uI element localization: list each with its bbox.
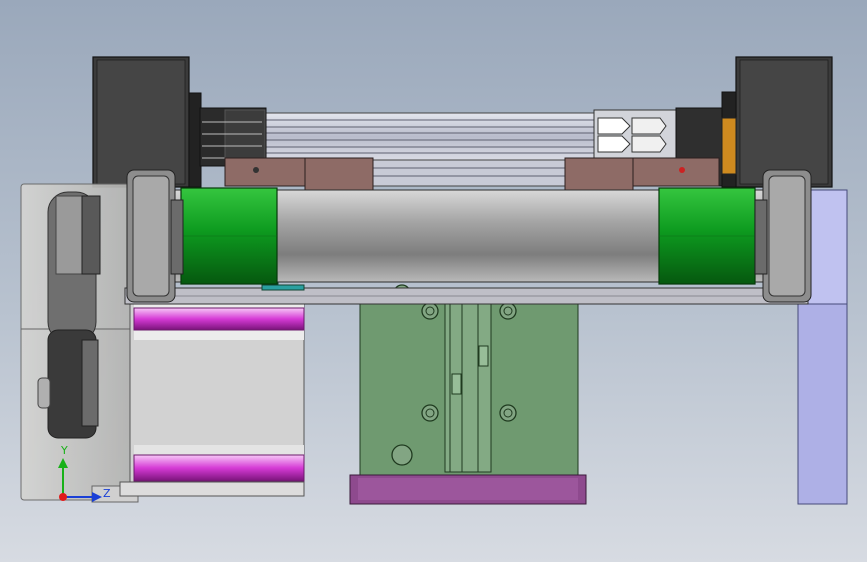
drive-motor[interactable]	[119, 295, 305, 497]
cad-viewport[interactable]: Y Z	[0, 0, 867, 562]
right-roller[interactable]	[658, 187, 756, 285]
linear-slide[interactable]	[359, 284, 579, 481]
left-roller[interactable]	[180, 187, 278, 285]
triad-y-label: Y	[61, 444, 68, 457]
left-motor[interactable]	[92, 56, 202, 188]
left-bearing-block[interactable]	[126, 169, 184, 303]
base-plate[interactable]	[349, 474, 587, 505]
gear-housing[interactable]	[20, 183, 139, 503]
triad-z-label: Z	[103, 487, 111, 500]
right-bearing-block[interactable]	[754, 169, 812, 303]
assembly-drawing	[20, 56, 848, 505]
left-connector[interactable]	[199, 107, 267, 167]
right-motor[interactable]	[721, 56, 833, 188]
x-axis-dot	[59, 493, 67, 501]
